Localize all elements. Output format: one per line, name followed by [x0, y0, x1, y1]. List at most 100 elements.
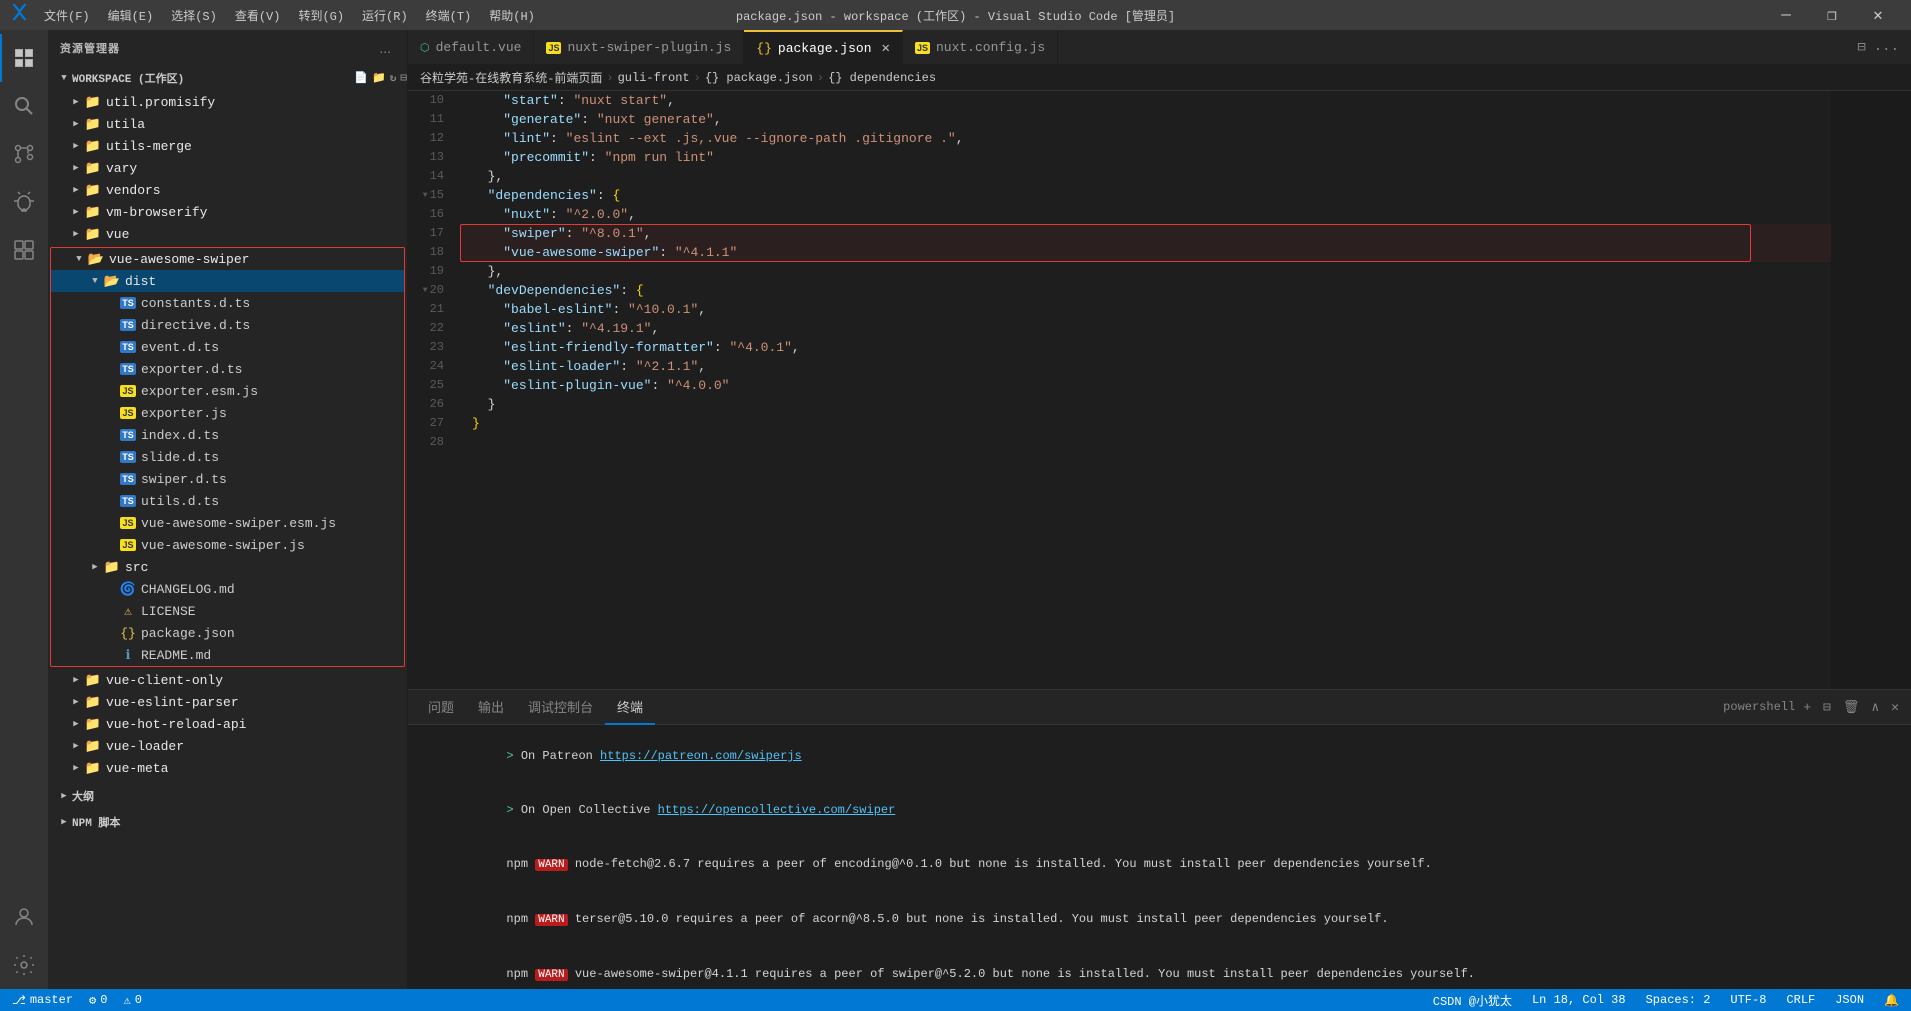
tree-item-exporter-js[interactable]: JS exporter.js [51, 402, 404, 424]
menu-run[interactable]: 运行(R) [354, 5, 416, 26]
tree-item-vue-meta[interactable]: 📁 vue-meta [48, 757, 407, 779]
tree-item-event-d-ts[interactable]: TS event.d.ts [51, 336, 404, 358]
tree-item-vue[interactable]: 📁 vue [48, 223, 407, 245]
notifications-item[interactable]: 🔔 [1880, 993, 1903, 1008]
tab-nuxt-swiper-plugin-js[interactable]: JS nuxt-swiper-plugin.js [534, 30, 744, 65]
kill-terminal-button[interactable]: 🗑 [1839, 698, 1864, 717]
sidebar: 资源管理器 ... WORKSPACE (工作区) 📄 📁 ↻ ⊟ 📁 util… [48, 30, 408, 989]
tree-item-util-promisify[interactable]: 📁 util.promisify [48, 91, 407, 113]
tab-package-json[interactable]: {} package.json ✕ [744, 30, 903, 65]
tab-close-button[interactable]: ✕ [882, 40, 890, 57]
item-label: vm-browserify [106, 205, 207, 220]
close-button[interactable]: ✕ [1855, 0, 1901, 30]
code-editor[interactable]: 10 11 12 13 14 ▼15 16 17 18 19 ▼20 21 22… [408, 91, 1911, 689]
tab-default-vue[interactable]: ⬡ default.vue [408, 30, 534, 65]
warnings-item[interactable]: ⚠ 0 [119, 993, 145, 1008]
tree-item-src[interactable]: 📁 src [51, 556, 404, 578]
encoding-item[interactable]: UTF-8 [1726, 993, 1770, 1007]
tree-item-slide-d-ts[interactable]: TS slide.d.ts [51, 446, 404, 468]
sidebar-title: 资源管理器 [60, 40, 120, 56]
tree-item-vue-hot-reload-api[interactable]: 📁 vue-hot-reload-api [48, 713, 407, 735]
tree-item-license[interactable]: ⚠ LICENSE [51, 600, 404, 622]
eol-item[interactable]: CRLF [1782, 993, 1819, 1007]
minimize-button[interactable]: — [1763, 0, 1809, 30]
activity-debug[interactable] [0, 178, 48, 226]
tree-item-utils-merge[interactable]: 📁 utils-merge [48, 135, 407, 157]
terminal-tab-output[interactable]: 输出 [466, 690, 516, 725]
bell-icon: 🔔 [1884, 993, 1899, 1008]
new-file-icon[interactable]: 📄 [354, 71, 368, 85]
activity-git[interactable] [0, 130, 48, 178]
tree-item-vue-eslint-parser[interactable]: 📁 vue-eslint-parser [48, 691, 407, 713]
tree-item-utils-d-ts[interactable]: TS utils.d.ts [51, 490, 404, 512]
activity-explorer[interactable] [0, 34, 48, 82]
terminal-tab-terminal[interactable]: 终端 [605, 690, 655, 725]
patreon-link[interactable]: https://patreon.com/swiperjs [600, 749, 802, 763]
opencollective-link[interactable]: https://opencollective.com/swiper [658, 803, 896, 817]
status-bar-left: ⎇ master ⚙ 0 ⚠ 0 [8, 993, 146, 1008]
maximize-button[interactable]: ❐ [1809, 0, 1855, 30]
tree-item-readme[interactable]: ℹ README.md [51, 644, 404, 666]
breadcrumb-package-json[interactable]: {} package.json [705, 71, 813, 85]
errors-item[interactable]: ⚙ 0 [85, 993, 111, 1008]
new-terminal-button[interactable]: + [1799, 698, 1815, 717]
csdn-item[interactable]: CSDN @小犹太 [1429, 992, 1516, 1009]
spaces-item[interactable]: Spaces: 2 [1642, 993, 1715, 1007]
menu-view[interactable]: 查看(V) [227, 5, 289, 26]
tree-item-changelog[interactable]: 🌀 CHANGELOG.md [51, 578, 404, 600]
code-content[interactable]: "start": "nuxt start", "generate": "nuxt… [460, 91, 1831, 689]
tree-item-vue-awesome-swiper[interactable]: 📂 vue-awesome-swiper [51, 248, 404, 270]
breadcrumb-dependencies[interactable]: {} dependencies [828, 71, 936, 85]
activity-extensions[interactable] [0, 226, 48, 274]
line-num-15: ▼15 [408, 186, 452, 205]
workspace-header[interactable]: WORKSPACE (工作区) 📄 📁 ↻ ⊟ [48, 65, 407, 91]
more-actions-button[interactable]: ... [1870, 37, 1903, 57]
menu-file[interactable]: 文件(F) [36, 5, 98, 26]
activity-settings[interactable] [0, 941, 48, 989]
code-line-15: "dependencies": { [460, 186, 1831, 205]
tree-item-vue-loader[interactable]: 📁 vue-loader [48, 735, 407, 757]
menu-terminal[interactable]: 终端(T) [418, 5, 480, 26]
new-folder-icon[interactable]: 📁 [372, 71, 386, 85]
terminal-tab-debug[interactable]: 调试控制台 [516, 690, 605, 725]
tree-item-vendors[interactable]: 📁 vendors [48, 179, 407, 201]
tree-item-index-d-ts[interactable]: TS index.d.ts [51, 424, 404, 446]
breadcrumb: 谷粒学苑-在线教育系统-前端页面 › guli-front › {} packa… [408, 65, 1911, 91]
menu-select[interactable]: 选择(S) [163, 5, 225, 26]
tree-item-vue-awesome-swiper-esm-js[interactable]: JS vue-awesome-swiper.esm.js [51, 512, 404, 534]
menu-goto[interactable]: 转到(G) [290, 5, 352, 26]
tree-item-vue-awesome-swiper-js[interactable]: JS vue-awesome-swiper.js [51, 534, 404, 556]
terminal-tab-issues[interactable]: 问题 [416, 690, 466, 725]
breadcrumb-root[interactable]: 谷粒学苑-在线教育系统-前端页面 [420, 69, 602, 86]
close-terminal-button[interactable]: ✕ [1887, 698, 1903, 717]
tree-item-dist[interactable]: 📂 dist [51, 270, 404, 292]
new-file-button[interactable]: ... [375, 38, 395, 58]
git-branch-item[interactable]: ⎇ master [8, 993, 77, 1008]
activity-search[interactable] [0, 82, 48, 130]
tree-item-vary[interactable]: 📁 vary [48, 157, 407, 179]
tree-item-exporter-esm-js[interactable]: JS exporter.esm.js [51, 380, 404, 402]
refresh-icon[interactable]: ↻ [390, 71, 397, 85]
tree-item-directive-d-ts[interactable]: TS directive.d.ts [51, 314, 404, 336]
tree-item-vue-client-only[interactable]: 📁 vue-client-only [48, 669, 407, 691]
tree-item-constants-d-ts[interactable]: TS constants.d.ts [51, 292, 404, 314]
breadcrumb-guli-front[interactable]: guli-front [618, 71, 690, 85]
line-col-item[interactable]: Ln 18, Col 38 [1528, 993, 1630, 1007]
maximize-terminal-button[interactable]: ∧ [1867, 698, 1883, 717]
menu-help[interactable]: 帮助(H) [481, 5, 543, 26]
tree-item-package-json[interactable]: {} package.json [51, 622, 404, 644]
language-item[interactable]: JSON [1831, 993, 1868, 1007]
split-terminal-button[interactable]: ⊟ [1819, 698, 1835, 717]
npm-scripts-section[interactable]: NPM 脚本 [48, 809, 407, 835]
activity-account[interactable] [0, 893, 48, 941]
tree-item-vm-browserify[interactable]: 📁 vm-browserify [48, 201, 407, 223]
menu-edit[interactable]: 编辑(E) [100, 5, 162, 26]
item-label: slide.d.ts [141, 450, 219, 465]
tab-nuxt-config-js[interactable]: JS nuxt.config.js [903, 30, 1058, 65]
collapse-all-icon[interactable]: ⊟ [400, 71, 407, 85]
tree-item-utila[interactable]: 📁 utila [48, 113, 407, 135]
split-editor-button[interactable]: ⊟ [1853, 37, 1869, 58]
tree-item-swiper-d-ts[interactable]: TS swiper.d.ts [51, 468, 404, 490]
outline-section[interactable]: 大纲 [48, 783, 407, 809]
tree-item-exporter-d-ts[interactable]: TS exporter.d.ts [51, 358, 404, 380]
